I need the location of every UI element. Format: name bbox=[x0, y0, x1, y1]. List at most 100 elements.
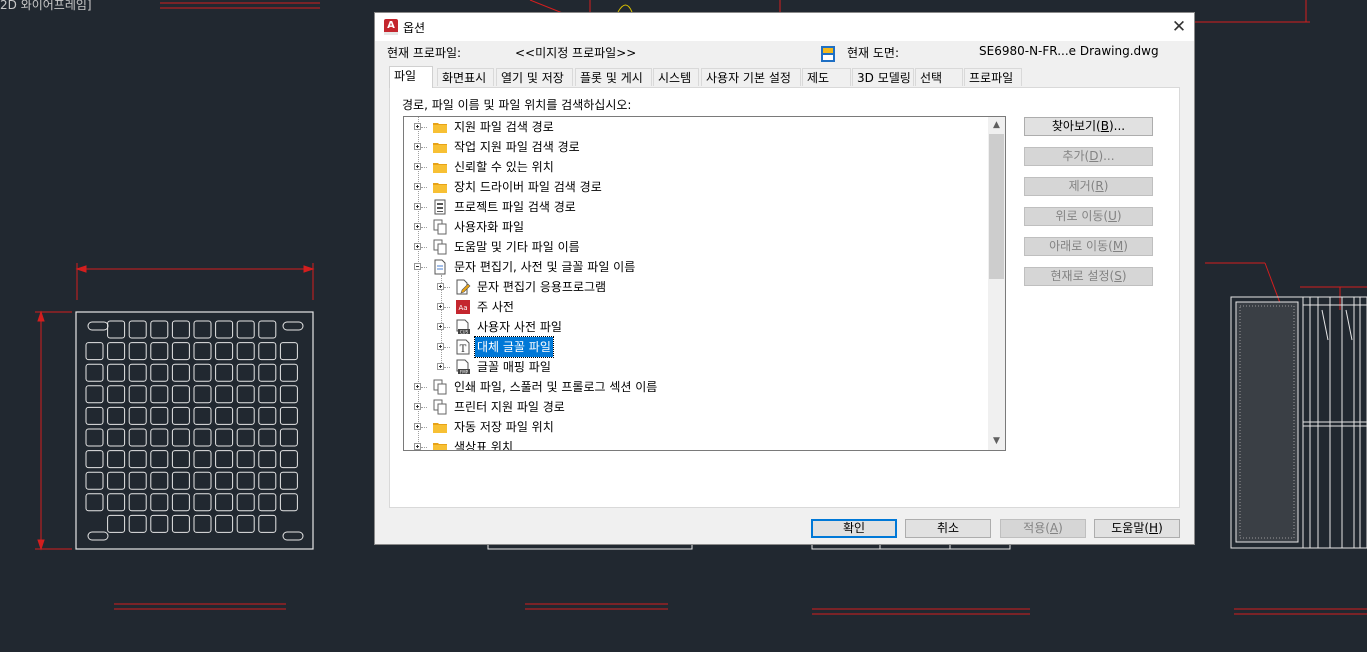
cus-file-icon: CUS bbox=[455, 319, 471, 335]
tree-item-label: 사용자화 파일 bbox=[454, 220, 525, 234]
expand-icon[interactable] bbox=[414, 183, 421, 190]
tab-profiles[interactable]: 프로파일 bbox=[964, 68, 1022, 86]
expand-icon[interactable] bbox=[414, 383, 421, 390]
expand-icon[interactable] bbox=[414, 403, 421, 410]
tree-item[interactable]: 지원 파일 검색 경로 bbox=[404, 117, 989, 137]
set-current-button[interactable]: 현재로 설정(S) bbox=[1024, 267, 1153, 286]
close-icon[interactable]: ✕ bbox=[1164, 13, 1194, 41]
tab-open-save[interactable]: 열기 및 저장 bbox=[496, 68, 573, 86]
files-tab-panel: 경로, 파일 이름 및 파일 위치를 검색하십시오: 지원 파일 검색 경로 작업… bbox=[389, 87, 1180, 508]
tree-item[interactable]: 작업 지원 파일 검색 경로 bbox=[404, 137, 989, 157]
files-icon bbox=[432, 219, 448, 235]
tree-item[interactable]: 색상표 위치 bbox=[404, 437, 989, 451]
tree-item-label: 프로젝트 파일 검색 경로 bbox=[454, 200, 576, 214]
add-button[interactable]: 추가(D)... bbox=[1024, 147, 1153, 166]
tree-item[interactable]: 사용자화 파일 bbox=[404, 217, 989, 237]
expand-icon[interactable] bbox=[437, 323, 444, 330]
tree-item-label: 색상표 위치 bbox=[454, 440, 514, 451]
apply-button[interactable]: 적용(A) bbox=[1000, 519, 1086, 538]
tab-plot-publish[interactable]: 플롯 및 게시 bbox=[575, 68, 652, 86]
current-profile-label: 현재 프로파일: bbox=[387, 46, 462, 60]
tree-item[interactable]: 문자 편집기, 사전 및 글꼴 파일 이름 bbox=[404, 257, 989, 277]
scroll-down-icon[interactable]: ▼ bbox=[988, 433, 1005, 450]
expand-icon[interactable] bbox=[414, 443, 421, 450]
folder-icon bbox=[432, 139, 448, 155]
svg-text:FMP: FMP bbox=[460, 369, 469, 374]
tree-item[interactable]: 프린터 지원 파일 경로 bbox=[404, 397, 989, 417]
expand-icon[interactable] bbox=[414, 203, 421, 210]
tab-3d-modeling[interactable]: 3D 모델링 bbox=[852, 68, 914, 86]
tree-item[interactable]: FMP 글꼴 매핑 파일 bbox=[404, 357, 989, 377]
cad-section-right bbox=[1205, 262, 1367, 549]
tab-selection[interactable]: 선택 bbox=[915, 68, 963, 86]
svg-text:CUS: CUS bbox=[460, 329, 469, 334]
cancel-button[interactable]: 취소 bbox=[905, 519, 991, 538]
tab-display[interactable]: 화면표시 bbox=[437, 68, 494, 86]
move-up-button[interactable]: 위로 이동(U) bbox=[1024, 207, 1153, 226]
expand-icon[interactable] bbox=[437, 363, 444, 370]
svg-text:T: T bbox=[460, 344, 467, 355]
autocad-app-icon: A bbox=[384, 19, 398, 35]
expand-icon[interactable] bbox=[414, 123, 421, 130]
tab-system[interactable]: 시스템 bbox=[653, 68, 699, 86]
expand-icon[interactable] bbox=[414, 163, 421, 170]
tree-item[interactable]: T 대체 글꼴 파일 bbox=[404, 336, 989, 358]
tree-item-label: 신뢰할 수 있는 위치 bbox=[454, 160, 554, 174]
scroll-up-icon[interactable]: ▲ bbox=[988, 117, 1005, 134]
help-button[interactable]: 도움말(H) bbox=[1094, 519, 1180, 538]
drawing-file-icon bbox=[821, 46, 835, 62]
ok-button[interactable]: 확인 bbox=[811, 519, 897, 538]
scroll-thumb[interactable] bbox=[989, 134, 1004, 279]
cad-bottom-fragments bbox=[487, 545, 1011, 550]
files-icon bbox=[432, 239, 448, 255]
expand-icon[interactable] bbox=[437, 303, 444, 310]
dictionary-icon: Aa bbox=[455, 299, 471, 315]
move-down-button[interactable]: 아래로 이동(M) bbox=[1024, 237, 1153, 256]
tree-item-label: 문자 편집기 응용프로그램 bbox=[477, 280, 607, 294]
tree-item-label: 지원 파일 검색 경로 bbox=[454, 120, 554, 134]
tree-item-label: 인쇄 파일, 스풀러 및 프롤로그 섹션 이름 bbox=[454, 380, 658, 394]
cad-plate-left bbox=[35, 263, 315, 551]
tree-item-label: 자동 저장 파일 위치 bbox=[454, 420, 554, 434]
dialog-title: 옵션 bbox=[403, 21, 426, 35]
tree-item[interactable]: CUS 사용자 사전 파일 bbox=[404, 317, 989, 337]
dialog-titlebar[interactable]: A 옵션 ✕ bbox=[375, 13, 1194, 41]
collapse-icon[interactable] bbox=[414, 263, 421, 270]
tree-item-label: 장치 드라이버 파일 검색 경로 bbox=[454, 180, 602, 194]
tree-item[interactable]: 인쇄 파일, 스풀러 및 프롤로그 섹션 이름 bbox=[404, 377, 989, 397]
tree-item[interactable]: 신뢰할 수 있는 위치 bbox=[404, 157, 989, 177]
folder-icon bbox=[432, 159, 448, 175]
text-editor-icon bbox=[455, 279, 471, 295]
tree-item[interactable]: 장치 드라이버 파일 검색 경로 bbox=[404, 177, 989, 197]
tree-item-label: 문자 편집기, 사전 및 글꼴 파일 이름 bbox=[454, 260, 636, 274]
document-icon bbox=[432, 259, 448, 275]
files-icon bbox=[432, 379, 448, 395]
expand-icon[interactable] bbox=[414, 223, 421, 230]
tab-drafting[interactable]: 제도 bbox=[802, 68, 851, 86]
tree-item[interactable]: 도움말 및 기타 파일 이름 bbox=[404, 237, 989, 257]
tab-user-preferences[interactable]: 사용자 기본 설정 bbox=[701, 68, 801, 86]
folder-icon bbox=[432, 119, 448, 135]
fmp-file-icon: FMP bbox=[455, 359, 471, 375]
expand-icon[interactable] bbox=[437, 343, 444, 350]
file-paths-tree[interactable]: 지원 파일 검색 경로작업 지원 파일 검색 경로신뢰할 수 있는 위치장치 드… bbox=[403, 116, 1006, 451]
tree-item-label: 프린터 지원 파일 경로 bbox=[454, 400, 565, 414]
tree-item[interactable]: 자동 저장 파일 위치 bbox=[404, 417, 989, 437]
expand-icon[interactable] bbox=[414, 243, 421, 250]
options-dialog: A 옵션 ✕ 현재 프로파일: <<미지정 프로파일>> 현재 도면: SE69… bbox=[374, 12, 1195, 545]
tree-scrollbar[interactable]: ▲ ▼ bbox=[988, 117, 1005, 450]
viewport-label[interactable]: 2D 와이어프레임] bbox=[0, 0, 92, 13]
current-drawing-value: SE6980-N-FR...e Drawing.dwg bbox=[979, 44, 1159, 58]
svg-text:Aa: Aa bbox=[458, 304, 467, 312]
tree-item[interactable]: 문자 편집기 응용프로그램 bbox=[404, 277, 989, 297]
tree-item[interactable]: 프로젝트 파일 검색 경로 bbox=[404, 197, 989, 217]
browse-button[interactable]: 찾아보기(B)... bbox=[1024, 117, 1153, 136]
tab-files[interactable]: 파일 bbox=[389, 66, 433, 88]
current-drawing-label: 현재 도면: bbox=[847, 46, 900, 60]
expand-icon[interactable] bbox=[437, 283, 444, 290]
expand-icon[interactable] bbox=[414, 423, 421, 430]
expand-icon[interactable] bbox=[414, 143, 421, 150]
remove-button[interactable]: 제거(R) bbox=[1024, 177, 1153, 196]
tree-item-label: 도움말 및 기타 파일 이름 bbox=[454, 240, 580, 254]
tree-item[interactable]: Aa 주 사전 bbox=[404, 297, 989, 317]
